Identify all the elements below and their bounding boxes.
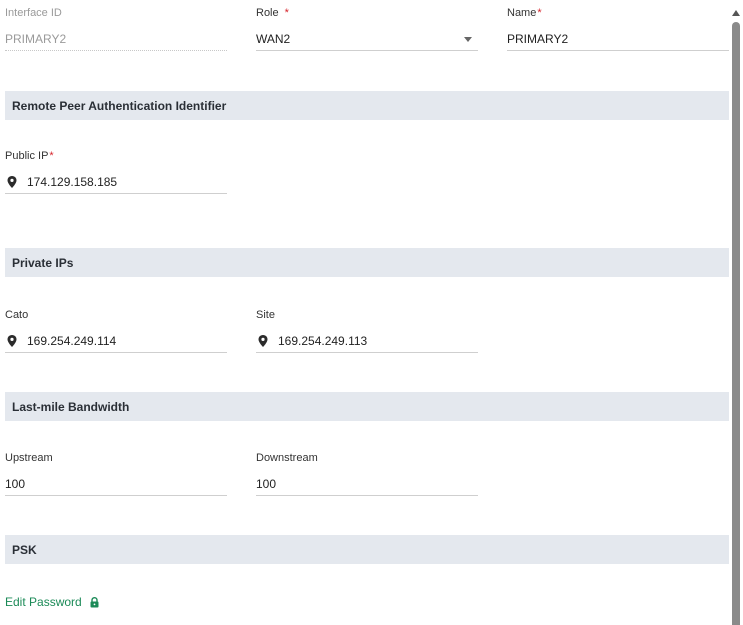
role-required-mark: * [284, 7, 289, 19]
upstream-label: Upstream [5, 452, 53, 464]
caret-down-icon[interactable] [464, 37, 472, 42]
role-field: Role * WAN2 [256, 7, 478, 51]
cato-ip-input[interactable]: 169.254.249.114 [5, 330, 227, 353]
scroll-up-arrow-icon[interactable] [732, 10, 740, 16]
cato-ip-value: 169.254.249.114 [27, 334, 117, 348]
upstream-input[interactable]: 100 [5, 473, 227, 496]
name-field: Name* PRIMARY2 [507, 7, 729, 51]
site-ip-field: Site 169.254.249.113 [256, 309, 478, 353]
cato-ip-field: Cato 169.254.249.114 [5, 309, 227, 353]
edit-password-link[interactable]: Edit Password [5, 595, 99, 609]
scrollbar-thumb[interactable] [732, 22, 740, 625]
site-ip-label: Site [256, 309, 275, 321]
location-pin-icon [258, 335, 268, 347]
upstream-field: Upstream 100 [5, 452, 227, 496]
downstream-field: Downstream 100 [256, 452, 478, 496]
psk-section-header: PSK [5, 535, 729, 564]
interface-settings-panel: Interface ID PRIMARY2 Role * WAN2 Name* P… [0, 0, 743, 625]
name-input[interactable]: PRIMARY2 [507, 28, 729, 51]
role-select[interactable]: WAN2 [256, 28, 478, 51]
public-ip-label: Public IP [5, 150, 49, 162]
name-label: Name [507, 7, 537, 19]
interface-id-input: PRIMARY2 [5, 28, 227, 51]
remote-peer-section-title: Remote Peer Authentication Identifier [12, 98, 227, 113]
lock-icon [90, 596, 99, 608]
site-ip-value: 169.254.249.113 [278, 334, 368, 348]
public-ip-value: 174.129.158.185 [27, 175, 118, 189]
remote-peer-section-header: Remote Peer Authentication Identifier [5, 91, 729, 120]
upstream-value: 100 [5, 477, 26, 491]
public-ip-label-wrap: Public IP* [5, 150, 227, 162]
site-ip-input[interactable]: 169.254.249.113 [256, 330, 478, 353]
private-ips-section-title: Private IPs [12, 255, 74, 270]
cato-ip-label: Cato [5, 309, 29, 321]
name-value: PRIMARY2 [507, 32, 569, 46]
edit-password-label: Edit Password [5, 595, 82, 609]
name-label-wrap: Name* [507, 7, 729, 19]
role-label-wrap: Role * [256, 7, 478, 19]
name-required-mark: * [537, 7, 542, 19]
interface-id-value: PRIMARY2 [5, 32, 67, 46]
psk-section-title: PSK [12, 542, 37, 557]
bandwidth-section-header: Last-mile Bandwidth [5, 392, 729, 421]
private-ips-section-header: Private IPs [5, 248, 729, 277]
public-ip-required-mark: * [49, 150, 54, 162]
downstream-label: Downstream [256, 452, 318, 464]
downstream-value: 100 [256, 477, 277, 491]
bandwidth-section-title: Last-mile Bandwidth [12, 399, 130, 414]
vertical-scrollbar[interactable] [729, 0, 743, 625]
interface-id-label: Interface ID [5, 7, 62, 19]
form-content: Interface ID PRIMARY2 Role * WAN2 Name* P… [0, 0, 729, 625]
role-label: Role [256, 7, 279, 19]
public-ip-input[interactable]: 174.129.158.185 [5, 171, 227, 194]
location-pin-icon [7, 335, 17, 347]
public-ip-field: Public IP* 174.129.158.185 [5, 150, 227, 194]
role-selected-value: WAN2 [256, 32, 291, 46]
downstream-input[interactable]: 100 [256, 473, 478, 496]
interface-id-field: Interface ID PRIMARY2 [5, 7, 227, 51]
location-pin-icon [7, 176, 17, 188]
